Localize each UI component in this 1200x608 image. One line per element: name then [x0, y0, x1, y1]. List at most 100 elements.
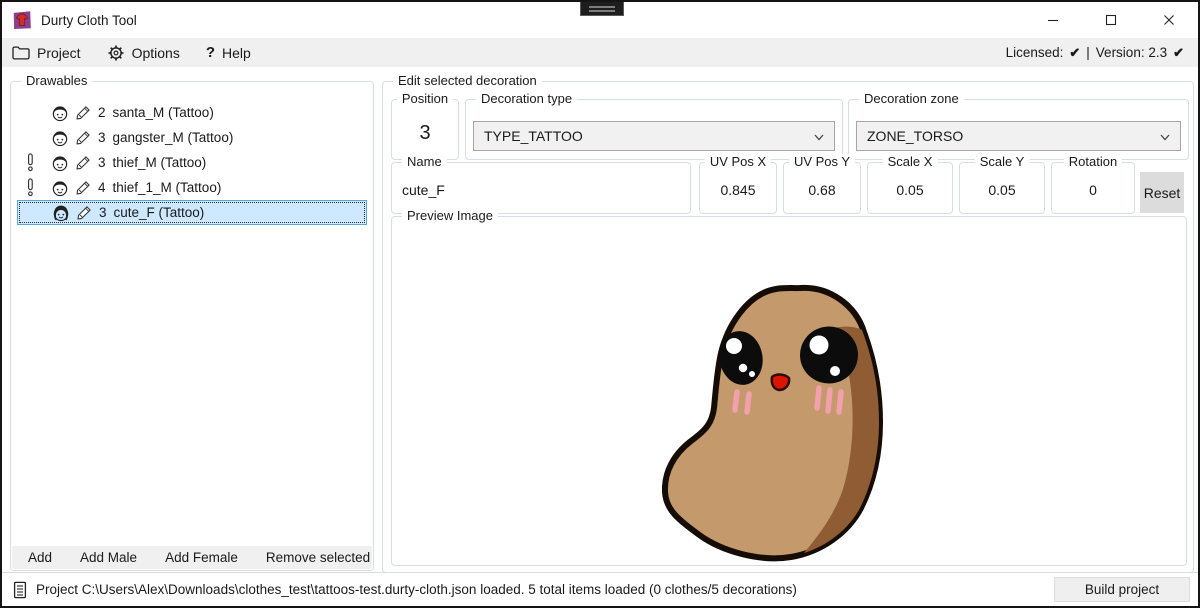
- pencil-icon: [75, 130, 91, 146]
- drawables-panel: Drawables 2 santa_M (Tattoo) 3 gangster_…: [10, 81, 374, 571]
- pencil-icon: [75, 155, 91, 171]
- reset-button[interactable]: Reset: [1140, 172, 1184, 213]
- list-item-thief[interactable]: 3 thief_M (Tattoo): [17, 150, 367, 175]
- licensed-check-icon: ✔: [1069, 45, 1080, 61]
- scale-y-field[interactable]: Scale Y 0.05: [959, 162, 1045, 214]
- item-label: santa_M (Tattoo): [113, 105, 214, 120]
- menu-options[interactable]: Options: [107, 44, 180, 62]
- uv-pos-y-field[interactable]: UV Pos Y 0.68: [783, 162, 861, 214]
- item-label: gangster_M (Tattoo): [113, 130, 234, 145]
- editor-panel: Edit selected decoration Position 3 Deco…: [382, 81, 1194, 573]
- decoration-type-label: Decoration type: [476, 91, 577, 106]
- list-item-thief-1[interactable]: 4 thief_1_M (Tattoo): [17, 175, 367, 200]
- minimize-icon: [1047, 14, 1059, 26]
- warning-icon: [26, 178, 35, 197]
- help-icon: ?: [206, 44, 215, 61]
- list-item-santa[interactable]: 2 santa_M (Tattoo): [17, 100, 367, 125]
- preview-title: Preview Image: [402, 208, 498, 223]
- male-face-icon: [51, 129, 69, 147]
- build-project-button[interactable]: Build project: [1054, 577, 1190, 602]
- name-value[interactable]: cute_F: [402, 182, 445, 198]
- scale-y-value[interactable]: 0.05: [960, 182, 1044, 198]
- menu-bar: Project Options ? Help Licensed: ✔ | Ver…: [2, 38, 1198, 67]
- item-position: 3: [99, 205, 107, 220]
- position-field[interactable]: Position 3: [391, 99, 459, 160]
- decoration-zone-value: ZONE_TORSO: [867, 128, 963, 144]
- male-face-icon: [51, 154, 69, 172]
- menu-help[interactable]: ? Help: [206, 44, 251, 61]
- screenshare-handle[interactable]: [580, 2, 624, 16]
- rotation-value[interactable]: 0: [1052, 182, 1134, 198]
- decoration-type-group: Decoration type TYPE_TATTOO: [465, 99, 843, 160]
- menu-project-label: Project: [37, 45, 81, 61]
- item-label: cute_F (Tattoo): [114, 205, 205, 220]
- pencil-icon: [75, 180, 91, 196]
- remove-selected-button[interactable]: Remove selected: [266, 550, 370, 565]
- item-label: thief_M (Tattoo): [113, 155, 207, 170]
- add-female-button[interactable]: Add Female: [165, 550, 238, 565]
- main-content: Drawables 2 santa_M (Tattoo) 3 gangster_…: [2, 67, 1198, 572]
- version-label: Version: 2.3: [1096, 45, 1167, 60]
- scale-x-value[interactable]: 0.05: [868, 182, 952, 198]
- item-position: 2: [98, 105, 106, 120]
- uv-pos-x-value[interactable]: 0.845: [700, 182, 776, 198]
- maximize-icon: [1105, 14, 1117, 26]
- menu-project[interactable]: Project: [12, 45, 81, 61]
- drawables-footer: Add Add Male Add Female Remove selected: [12, 546, 372, 569]
- uv-pos-y-label: UV Pos Y: [789, 154, 855, 169]
- male-face-icon: [51, 104, 69, 122]
- license-status: Licensed: ✔ | Version: 2.3 ✔: [1006, 45, 1184, 61]
- decoration-type-value: TYPE_TATTOO: [484, 128, 583, 144]
- title-bar: Durty Cloth Tool: [2, 2, 1198, 38]
- add-male-button[interactable]: Add Male: [80, 550, 137, 565]
- licensed-label: Licensed:: [1006, 45, 1064, 60]
- decoration-zone-label: Decoration zone: [859, 91, 964, 106]
- scale-y-label: Scale Y: [975, 154, 1030, 169]
- uv-pos-y-value[interactable]: 0.68: [784, 182, 860, 198]
- document-icon: [12, 581, 28, 599]
- drawables-list: 2 santa_M (Tattoo) 3 gangster_M (Tattoo)…: [17, 100, 367, 225]
- app-logo-icon: [11, 9, 33, 31]
- maximize-button[interactable]: [1082, 2, 1140, 38]
- decoration-zone-group: Decoration zone ZONE_TORSO: [848, 99, 1189, 160]
- status-bar: Project C:\Users\Alex\Downloads\clothes_…: [2, 572, 1198, 606]
- male-face-icon: [51, 179, 69, 197]
- add-button[interactable]: Add: [28, 550, 52, 565]
- name-field[interactable]: Name cute_F: [391, 162, 691, 214]
- close-icon: [1163, 14, 1175, 26]
- decoration-type-select[interactable]: TYPE_TATTOO: [473, 121, 835, 151]
- position-value[interactable]: 3: [392, 122, 458, 145]
- preview-potato-image: [662, 284, 887, 564]
- scale-x-field[interactable]: Scale X 0.05: [867, 162, 953, 214]
- pencil-icon: [76, 205, 92, 221]
- list-item-gangster[interactable]: 3 gangster_M (Tattoo): [17, 125, 367, 150]
- female-face-icon: [52, 204, 70, 222]
- minimize-button[interactable]: [1024, 2, 1082, 38]
- chevron-down-icon: [814, 134, 824, 141]
- menu-options-label: Options: [132, 45, 180, 61]
- scale-x-label: Scale X: [883, 154, 938, 169]
- list-item-cute-selected[interactable]: 3 cute_F (Tattoo): [17, 200, 367, 225]
- separator: |: [1086, 45, 1090, 60]
- gear-icon: [107, 44, 125, 62]
- status-message: Project C:\Users\Alex\Downloads\clothes_…: [36, 582, 797, 597]
- drawables-title: Drawables: [21, 73, 92, 88]
- item-position: 4: [98, 180, 106, 195]
- decoration-zone-select[interactable]: ZONE_TORSO: [856, 121, 1181, 151]
- editor-title: Edit selected decoration: [393, 73, 542, 88]
- item-position: 3: [98, 155, 106, 170]
- item-label: thief_1_M (Tattoo): [113, 180, 222, 195]
- folder-icon: [12, 46, 30, 60]
- close-button[interactable]: [1140, 2, 1198, 38]
- window-controls: [1024, 2, 1198, 38]
- uv-pos-x-field[interactable]: UV Pos X 0.845: [699, 162, 777, 214]
- position-label: Position: [397, 91, 453, 106]
- version-check-icon: ✔: [1173, 45, 1184, 61]
- warning-icon: [26, 153, 35, 172]
- preview-panel: Preview Image: [391, 216, 1187, 566]
- window-title: Durty Cloth Tool: [41, 13, 137, 28]
- rotation-field[interactable]: Rotation 0: [1051, 162, 1135, 214]
- uv-pos-x-label: UV Pos X: [705, 154, 771, 169]
- item-position: 3: [98, 130, 106, 145]
- menu-help-label: Help: [222, 45, 251, 61]
